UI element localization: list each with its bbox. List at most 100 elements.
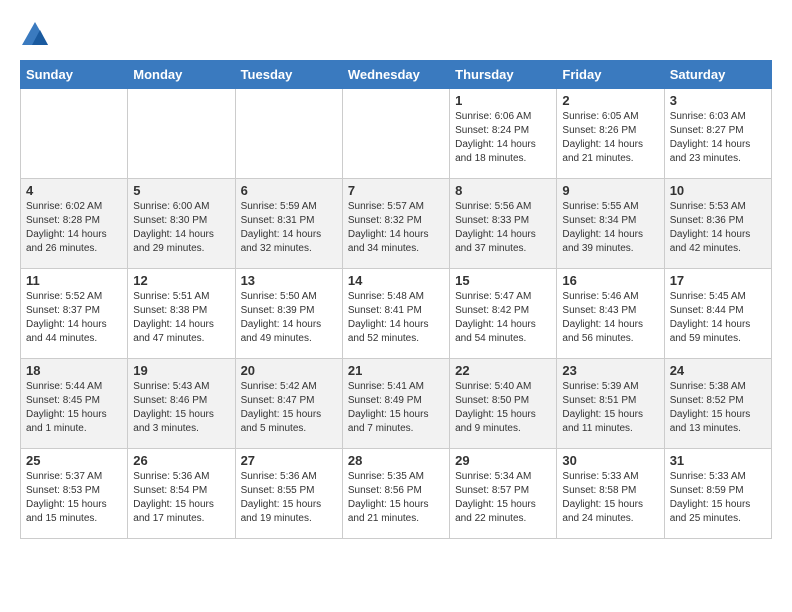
header-row: SundayMondayTuesdayWednesdayThursdayFrid…: [21, 61, 772, 89]
day-number: 14: [348, 273, 444, 288]
calendar-cell: 11 Sunrise: 5:52 AM Sunset: 8:37 PM Dayli…: [21, 269, 128, 359]
day-number: 29: [455, 453, 551, 468]
day-number: 21: [348, 363, 444, 378]
week-row-4: 18Sunrise: 5:44 AM Sunset: 8:45 PM Dayli…: [21, 359, 772, 449]
day-number: 2: [562, 93, 658, 108]
day-number: 31: [670, 453, 766, 468]
calendar-cell: 17Sunrise: 5:45 AM Sunset: 8:44 PM Dayli…: [664, 269, 771, 359]
day-number: 30: [562, 453, 658, 468]
day-info: Sunrise: 5:48 AM Sunset: 8:41 PM Dayligh…: [348, 290, 444, 346]
day-info: Sunrise: 5:43 AM Sunset: 8:46 PM Dayligh…: [133, 380, 229, 436]
day-number: 4: [26, 183, 122, 198]
calendar-cell: 7 Sunrise: 5:57 AM Sunset: 8:32 PM Daylig…: [342, 179, 449, 269]
calendar-cell: 23 Sunrise: 5:39 AM Sunset: 8:51 PM Dayli…: [557, 359, 664, 449]
day-info: Sunrise: 5:47 AM Sunset: 8:42 PM Dayligh…: [455, 290, 551, 346]
day-number: 19: [133, 363, 229, 378]
day-info: Sunrise: 5:50 AM Sunset: 8:39 PM Dayligh…: [241, 290, 337, 346]
week-row-2: 4 Sunrise: 6:02 AM Sunset: 8:28 PM Daylig…: [21, 179, 772, 269]
day-info: Sunrise: 6:00 AM Sunset: 8:30 PM Dayligh…: [133, 200, 229, 256]
logo: [20, 20, 54, 50]
day-info: Sunrise: 5:59 AM Sunset: 8:31 PM Dayligh…: [241, 200, 337, 256]
calendar-cell: 26 Sunrise: 5:36 AM Sunset: 8:54 PM Dayli…: [128, 449, 235, 539]
day-info: Sunrise: 6:06 AM Sunset: 8:24 PM Dayligh…: [455, 110, 551, 166]
day-number: 25: [26, 453, 122, 468]
week-row-1: 1 Sunrise: 6:06 AM Sunset: 8:24 PM Daylig…: [21, 89, 772, 179]
calendar-cell: 27Sunrise: 5:36 AM Sunset: 8:55 PM Dayli…: [235, 449, 342, 539]
logo-icon: [20, 20, 50, 50]
day-header-friday: Friday: [557, 61, 664, 89]
day-number: 11: [26, 273, 122, 288]
day-info: Sunrise: 5:37 AM Sunset: 8:53 PM Dayligh…: [26, 470, 122, 526]
calendar-cell: 3 Sunrise: 6:03 AM Sunset: 8:27 PM Daylig…: [664, 89, 771, 179]
day-info: Sunrise: 5:33 AM Sunset: 8:58 PM Dayligh…: [562, 470, 658, 526]
calendar-cell: 24Sunrise: 5:38 AM Sunset: 8:52 PM Dayli…: [664, 359, 771, 449]
day-number: 20: [241, 363, 337, 378]
calendar-cell: 19 Sunrise: 5:43 AM Sunset: 8:46 PM Dayli…: [128, 359, 235, 449]
day-number: 22: [455, 363, 551, 378]
calendar-cell: 10 Sunrise: 5:53 AM Sunset: 8:36 PM Dayli…: [664, 179, 771, 269]
calendar-cell: [128, 89, 235, 179]
day-header-sunday: Sunday: [21, 61, 128, 89]
calendar-cell: 20 Sunrise: 5:42 AM Sunset: 8:47 PM Dayli…: [235, 359, 342, 449]
day-info: Sunrise: 5:53 AM Sunset: 8:36 PM Dayligh…: [670, 200, 766, 256]
day-info: Sunrise: 5:41 AM Sunset: 8:49 PM Dayligh…: [348, 380, 444, 436]
day-number: 7: [348, 183, 444, 198]
calendar-cell: 13 Sunrise: 5:50 AM Sunset: 8:39 PM Dayli…: [235, 269, 342, 359]
day-number: 10: [670, 183, 766, 198]
day-number: 8: [455, 183, 551, 198]
day-header-tuesday: Tuesday: [235, 61, 342, 89]
day-number: 9: [562, 183, 658, 198]
day-header-monday: Monday: [128, 61, 235, 89]
day-info: Sunrise: 6:05 AM Sunset: 8:26 PM Dayligh…: [562, 110, 658, 166]
day-info: Sunrise: 5:40 AM Sunset: 8:50 PM Dayligh…: [455, 380, 551, 436]
calendar-cell: 6 Sunrise: 5:59 AM Sunset: 8:31 PM Daylig…: [235, 179, 342, 269]
day-info: Sunrise: 6:03 AM Sunset: 8:27 PM Dayligh…: [670, 110, 766, 166]
day-number: 26: [133, 453, 229, 468]
day-info: Sunrise: 5:45 AM Sunset: 8:44 PM Dayligh…: [670, 290, 766, 346]
calendar-cell: 29 Sunrise: 5:34 AM Sunset: 8:57 PM Dayli…: [450, 449, 557, 539]
day-number: 28: [348, 453, 444, 468]
day-info: Sunrise: 5:55 AM Sunset: 8:34 PM Dayligh…: [562, 200, 658, 256]
day-number: 27: [241, 453, 337, 468]
calendar-cell: 8Sunrise: 5:56 AM Sunset: 8:33 PM Daylig…: [450, 179, 557, 269]
day-number: 13: [241, 273, 337, 288]
day-number: 15: [455, 273, 551, 288]
day-info: Sunrise: 5:44 AM Sunset: 8:45 PM Dayligh…: [26, 380, 122, 436]
day-info: Sunrise: 6:02 AM Sunset: 8:28 PM Dayligh…: [26, 200, 122, 256]
calendar-cell: 12Sunrise: 5:51 AM Sunset: 8:38 PM Dayli…: [128, 269, 235, 359]
calendar-cell: [342, 89, 449, 179]
day-number: 16: [562, 273, 658, 288]
day-number: 23: [562, 363, 658, 378]
day-info: Sunrise: 5:39 AM Sunset: 8:51 PM Dayligh…: [562, 380, 658, 436]
day-info: Sunrise: 5:52 AM Sunset: 8:37 PM Dayligh…: [26, 290, 122, 346]
day-info: Sunrise: 5:42 AM Sunset: 8:47 PM Dayligh…: [241, 380, 337, 436]
calendar-cell: 9 Sunrise: 5:55 AM Sunset: 8:34 PM Daylig…: [557, 179, 664, 269]
week-row-3: 11 Sunrise: 5:52 AM Sunset: 8:37 PM Dayli…: [21, 269, 772, 359]
calendar-cell: 28 Sunrise: 5:35 AM Sunset: 8:56 PM Dayli…: [342, 449, 449, 539]
day-header-wednesday: Wednesday: [342, 61, 449, 89]
day-number: 1: [455, 93, 551, 108]
calendar-cell: 5 Sunrise: 6:00 AM Sunset: 8:30 PM Daylig…: [128, 179, 235, 269]
calendar-table: SundayMondayTuesdayWednesdayThursdayFrid…: [20, 60, 772, 539]
calendar-cell: 21 Sunrise: 5:41 AM Sunset: 8:49 PM Dayli…: [342, 359, 449, 449]
day-info: Sunrise: 5:51 AM Sunset: 8:38 PM Dayligh…: [133, 290, 229, 346]
day-info: Sunrise: 5:35 AM Sunset: 8:56 PM Dayligh…: [348, 470, 444, 526]
calendar-cell: 2 Sunrise: 6:05 AM Sunset: 8:26 PM Daylig…: [557, 89, 664, 179]
day-number: 5: [133, 183, 229, 198]
day-info: Sunrise: 5:34 AM Sunset: 8:57 PM Dayligh…: [455, 470, 551, 526]
day-info: Sunrise: 5:57 AM Sunset: 8:32 PM Dayligh…: [348, 200, 444, 256]
day-info: Sunrise: 5:46 AM Sunset: 8:43 PM Dayligh…: [562, 290, 658, 346]
day-info: Sunrise: 5:33 AM Sunset: 8:59 PM Dayligh…: [670, 470, 766, 526]
day-header-saturday: Saturday: [664, 61, 771, 89]
calendar-cell: 31 Sunrise: 5:33 AM Sunset: 8:59 PM Dayli…: [664, 449, 771, 539]
day-number: 6: [241, 183, 337, 198]
calendar-cell: 15 Sunrise: 5:47 AM Sunset: 8:42 PM Dayli…: [450, 269, 557, 359]
calendar-cell: 22 Sunrise: 5:40 AM Sunset: 8:50 PM Dayli…: [450, 359, 557, 449]
week-row-5: 25 Sunrise: 5:37 AM Sunset: 8:53 PM Dayli…: [21, 449, 772, 539]
day-info: Sunrise: 5:36 AM Sunset: 8:54 PM Dayligh…: [133, 470, 229, 526]
calendar-cell: 25 Sunrise: 5:37 AM Sunset: 8:53 PM Dayli…: [21, 449, 128, 539]
page-header: [20, 20, 772, 50]
day-number: 3: [670, 93, 766, 108]
day-info: Sunrise: 5:38 AM Sunset: 8:52 PM Dayligh…: [670, 380, 766, 436]
calendar-cell: 4 Sunrise: 6:02 AM Sunset: 8:28 PM Daylig…: [21, 179, 128, 269]
